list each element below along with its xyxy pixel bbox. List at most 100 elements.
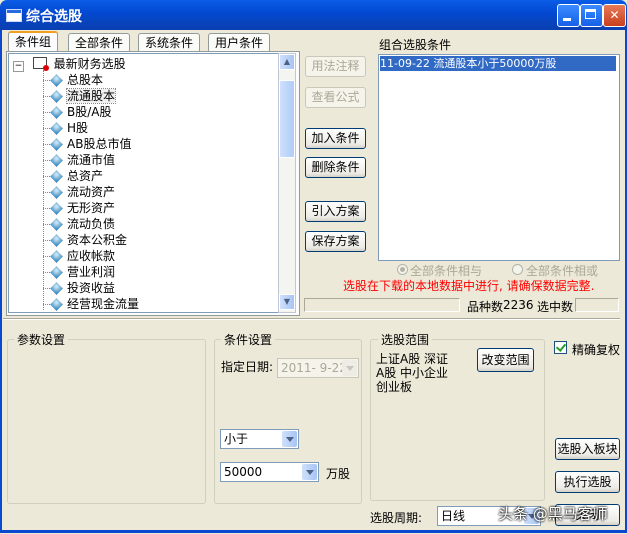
close-icon: ✕ (609, 8, 620, 22)
scroll-up-icon[interactable]: ▲ (279, 54, 295, 70)
progress-bar (304, 298, 460, 312)
tree-item-label: 经营现金流量 (67, 297, 140, 311)
tree-item-label: 投资收益 (67, 281, 116, 295)
change-range-button[interactable]: 改变范围 (477, 348, 534, 372)
operator-select[interactable]: 小于 (220, 429, 299, 449)
tree-root-label: 最新财务选股 (53, 57, 126, 71)
tree-item-label: AB股总市值 (67, 137, 132, 151)
tree-item-label: 无形资产 (67, 201, 116, 215)
folder-icon (32, 57, 49, 71)
add-condition-button[interactable]: 加入条件 (305, 128, 366, 149)
params-title: 参数设置 (14, 331, 69, 348)
condition-icon (50, 122, 63, 135)
condition-icon (50, 154, 63, 167)
precise-adjust-checkbox[interactable] (554, 341, 567, 354)
tree-item-label: 资本公积金 (67, 233, 128, 247)
tab-user-conditions[interactable]: 用户条件 (208, 33, 271, 52)
chevron-down-icon[interactable] (282, 431, 297, 447)
stock-range-text: 上证A股 深证A股 中小企业 创业板 (376, 352, 449, 394)
condition-tree[interactable]: − 最新财务选股 总股本 流通股本 B股/A股 H股 AB股总市值 流通市值 总资产流动资产… (8, 53, 280, 313)
unit-label: 万股 (326, 467, 351, 481)
condition-icon (50, 138, 63, 151)
tree-item[interactable]: H股 (43, 120, 89, 136)
period-value: 日线 (441, 509, 466, 523)
condition-group-label: 组合选股条件 (379, 38, 452, 52)
tree-item-label: B股/A股 (67, 105, 112, 119)
condition-icon (50, 282, 63, 295)
tree-root[interactable]: − 最新财务选股 (13, 56, 126, 72)
count-value: 2236 (503, 298, 534, 312)
tree-item-label: 流动资产 (67, 185, 116, 199)
tree-item-label: 营业利润 (67, 265, 116, 279)
tree-item[interactable]: B股/A股 (43, 104, 112, 120)
condition-settings-title: 条件设置 (221, 331, 276, 348)
tree-item[interactable]: 投资收益 (43, 280, 116, 296)
tab-all-conditions[interactable]: 全部条件 (68, 33, 131, 52)
date-value: 2011- 9-22 (281, 361, 347, 375)
tree-item[interactable]: AB股总市值 (43, 136, 132, 152)
tab-system-conditions[interactable]: 系统条件 (138, 33, 201, 52)
condition-list-item[interactable]: 11-09-22 流通股本小于50000万股 (380, 56, 616, 71)
condition-icon (50, 106, 63, 119)
close-window-button[interactable]: ✕ (603, 4, 626, 27)
tree-item-label: H股 (67, 121, 89, 135)
title-bar[interactable]: 综合选股 ✕ (0, 0, 627, 30)
app-icon (6, 9, 22, 22)
collapse-icon[interactable]: − (13, 61, 24, 72)
chevron-down-icon[interactable] (342, 360, 357, 376)
tree-item[interactable]: 总股本 (43, 72, 104, 88)
execute-button[interactable]: 执行选股 (555, 471, 620, 493)
period-label: 选股周期: (370, 511, 423, 525)
tree-item-label: 应收帐款 (67, 249, 116, 263)
condition-icon (50, 90, 63, 103)
chevron-down-icon[interactable] (302, 464, 317, 480)
usage-notes-button[interactable]: 用法注释 (305, 56, 366, 77)
tree-scrollbar[interactable]: ▲ ▼ (278, 53, 296, 313)
condition-icon (50, 170, 63, 183)
condition-icon (50, 298, 63, 311)
watermark: 头条 @黑马客师 (498, 505, 608, 523)
condition-icon (50, 266, 63, 279)
value-input[interactable]: 50000 (220, 462, 319, 482)
scroll-thumb[interactable] (279, 80, 295, 158)
tree-item[interactable]: 营业利润 (43, 264, 116, 280)
tree-guide-line (43, 70, 44, 310)
tree-item[interactable]: 资本公积金 (43, 232, 128, 248)
view-formula-button[interactable]: 查看公式 (305, 87, 366, 108)
all-or-radio[interactable] (512, 264, 523, 275)
divider (3, 318, 620, 320)
tree-item-label: 总资产 (67, 169, 104, 183)
operator-value: 小于 (224, 432, 249, 446)
tree-item[interactable]: 流动资产 (43, 184, 116, 200)
condition-list[interactable] (378, 54, 620, 261)
tree-item-label: 流动负债 (67, 217, 116, 231)
scroll-down-icon[interactable]: ▼ (279, 294, 295, 310)
warning-text: 选股在下载的本地数据中进行, 请确保数据完整. (343, 279, 595, 293)
import-plan-button[interactable]: 引入方案 (305, 201, 366, 222)
tree-item[interactable]: 流通股本 (43, 88, 117, 104)
tree-item[interactable]: 总资产 (43, 168, 104, 184)
minimize-icon (563, 18, 571, 21)
window-title: 综合选股 (26, 9, 82, 25)
condition-icon (50, 250, 63, 263)
tree-item-label: 总股本 (67, 73, 104, 87)
maximize-icon (585, 9, 596, 19)
maximize-button[interactable] (580, 4, 603, 27)
delete-condition-button[interactable]: 删除条件 (305, 157, 366, 178)
condition-icon (50, 218, 63, 231)
count-label: 品种数 (467, 300, 504, 314)
date-label: 指定日期: (221, 360, 274, 374)
tree-item[interactable]: 应收帐款 (43, 248, 116, 264)
precise-adjust-label: 精确复权 (572, 343, 621, 357)
save-plan-button[interactable]: 保存方案 (305, 231, 366, 252)
tree-item[interactable]: 经营现金流量 (43, 296, 140, 312)
tree-item[interactable]: 流通市值 (43, 152, 115, 168)
add-to-block-button[interactable]: 选股入板块 (555, 438, 620, 460)
date-picker[interactable]: 2011- 9-22 (277, 358, 359, 378)
tree-item[interactable]: 无形资产 (43, 200, 116, 216)
minimize-button[interactable] (557, 4, 580, 27)
tree-item[interactable]: 流动负债 (43, 216, 116, 232)
condition-icon (50, 202, 63, 215)
all-and-radio[interactable] (397, 264, 408, 275)
condition-icon (50, 234, 63, 247)
